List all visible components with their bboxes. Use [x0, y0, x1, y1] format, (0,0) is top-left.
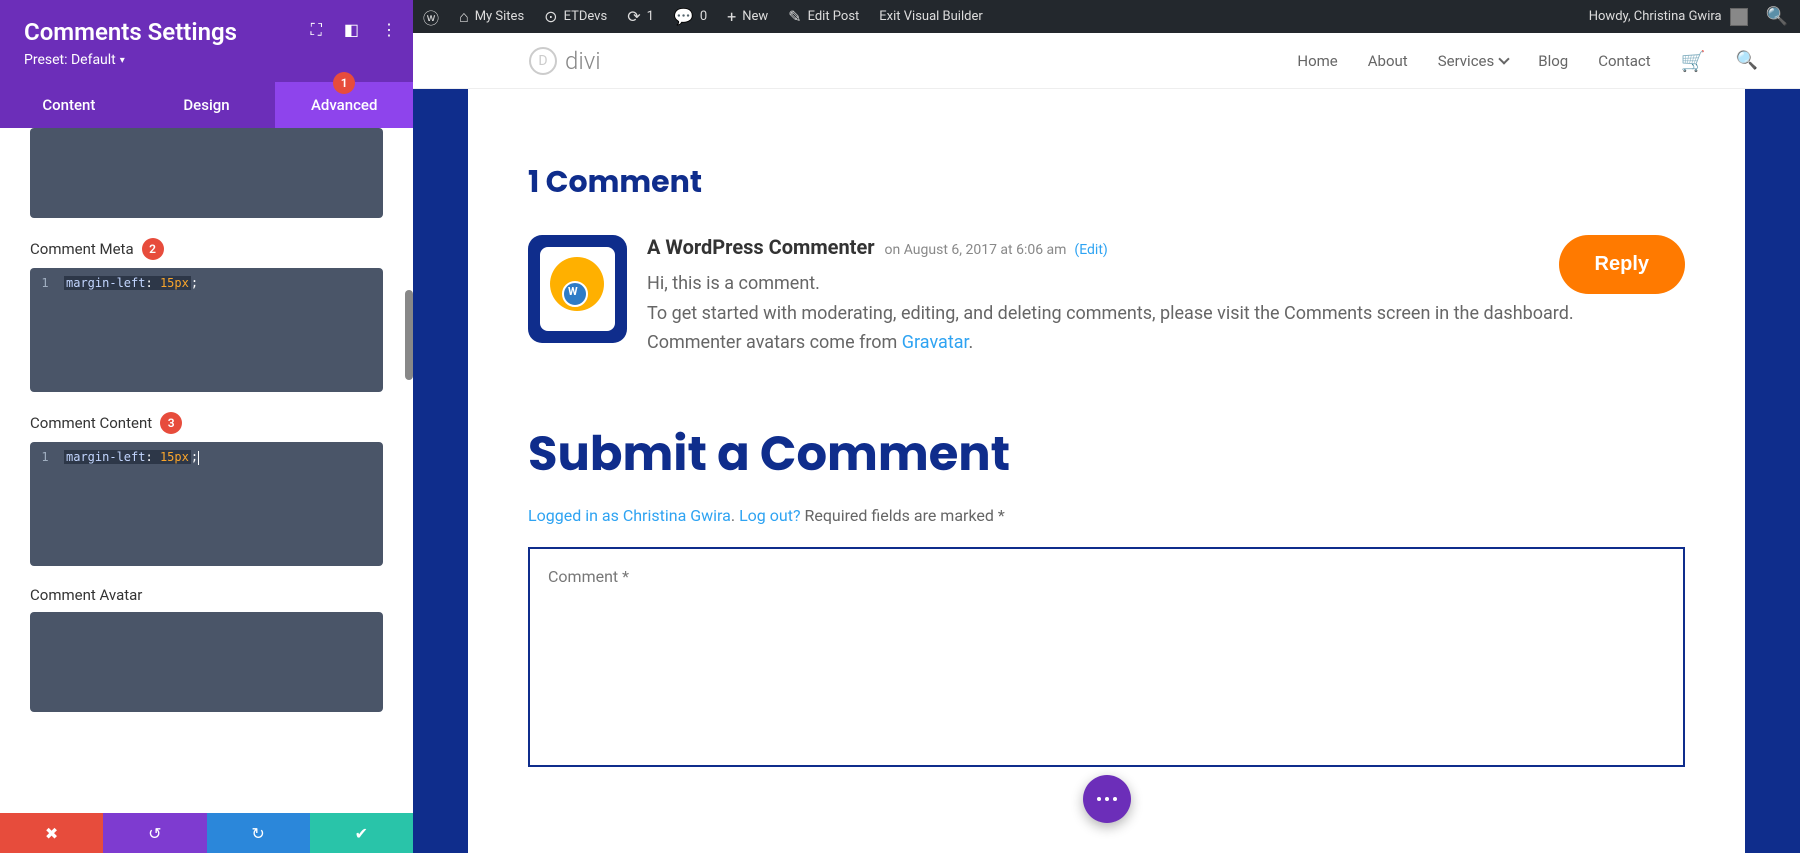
- primary-nav: Home About Services Blog Contact 🛒 🔍: [1297, 49, 1758, 73]
- cancel-button[interactable]: ✖: [0, 813, 103, 853]
- comment-item: W A WordPress Commenter on August 6, 201…: [528, 235, 1685, 358]
- tab-advanced[interactable]: Advanced 1: [275, 82, 413, 128]
- nav-blog[interactable]: Blog: [1538, 52, 1568, 70]
- comment-avatar: W: [528, 235, 627, 343]
- badge-3: 3: [160, 412, 182, 434]
- comment-author[interactable]: A WordPress Commenter: [647, 235, 875, 259]
- code-editor-content[interactable]: 1 margin-left: 15px;: [30, 442, 383, 566]
- wapuu-icon: W: [548, 255, 606, 323]
- user-avatar[interactable]: [1730, 8, 1748, 26]
- page-content: 1 Comment W A WordPress Commenter on Aug…: [468, 89, 1745, 853]
- wp-admin-bar: ⓦ ⌂My Sites ⊙ETDevs ⟳1 💬0 +New ✎Edit Pos…: [413, 0, 1800, 33]
- dot-icon: [1105, 797, 1109, 801]
- comment-textarea[interactable]: [528, 547, 1685, 767]
- settings-panel: Comments Settings Preset: Default ▾ ⛶ ◧ …: [0, 0, 413, 853]
- logout-link[interactable]: Log out?: [739, 506, 800, 525]
- comment-meta: on August 6, 2017 at 6:06 am: [885, 242, 1067, 258]
- nav-about[interactable]: About: [1368, 52, 1408, 70]
- comments-count[interactable]: 💬0: [664, 0, 717, 33]
- site-header: D divi Home About Services Blog Contact …: [413, 33, 1800, 89]
- plus-icon: +: [727, 7, 736, 26]
- adminbar-search-icon[interactable]: 🔍: [1766, 6, 1788, 27]
- responsive-icon[interactable]: ◧: [344, 20, 359, 40]
- undo-button[interactable]: ↺: [103, 813, 206, 853]
- field-comment-avatar: Comment Avatar: [30, 586, 383, 604]
- login-status: Logged in as Christina Gwira. Log out? R…: [528, 506, 1685, 525]
- dot-icon: [1097, 797, 1101, 801]
- wp-logo[interactable]: ⓦ: [413, 0, 449, 33]
- nav-contact[interactable]: Contact: [1598, 52, 1650, 70]
- site-logo[interactable]: D divi: [529, 47, 601, 75]
- my-sites[interactable]: ⌂My Sites: [449, 0, 534, 33]
- site-link[interactable]: ⊙ETDevs: [534, 0, 617, 33]
- panel-footer: ✖ ↺ ↻ ✔: [0, 813, 413, 853]
- tab-content[interactable]: Content: [0, 82, 138, 128]
- howdy-text[interactable]: Howdy, Christina Gwira: [1589, 9, 1722, 24]
- edit-post[interactable]: ✎Edit Post: [778, 0, 869, 33]
- code-editor-meta[interactable]: 1 margin-left: 15px;: [30, 268, 383, 392]
- scrollbar[interactable]: [405, 290, 413, 380]
- logged-in-link[interactable]: Logged in as Christina Gwira: [528, 506, 731, 525]
- new-menu[interactable]: +New: [717, 0, 778, 33]
- field-comment-content: Comment Content 3: [30, 412, 383, 434]
- chevron-down-icon: [1499, 53, 1510, 64]
- logo-icon: D: [529, 47, 557, 75]
- badge-2: 2: [142, 238, 164, 260]
- chevron-down-icon: ▾: [120, 55, 125, 66]
- pencil-icon: ✎: [788, 7, 801, 26]
- expand-icon[interactable]: ⛶: [311, 20, 322, 40]
- nav-services[interactable]: Services: [1438, 52, 1509, 70]
- wordpress-icon: ⓦ: [423, 5, 439, 29]
- dot-icon: [1113, 797, 1117, 801]
- reply-button[interactable]: Reply: [1559, 235, 1685, 294]
- preset-dropdown[interactable]: Preset: Default ▾: [24, 52, 389, 68]
- field-comment-meta: Comment Meta 2: [30, 238, 383, 260]
- sites-icon: ⌂: [459, 7, 469, 27]
- page-background: 1 Comment W A WordPress Commenter on Aug…: [413, 89, 1800, 853]
- refresh-icon: ⟳: [627, 7, 640, 26]
- cart-icon[interactable]: 🛒: [1681, 49, 1706, 73]
- panel-tabs: Content Design Advanced 1: [0, 82, 413, 128]
- code-editor-avatar[interactable]: [30, 612, 383, 712]
- more-icon[interactable]: ⋮: [381, 20, 397, 40]
- fab-more-button[interactable]: [1083, 775, 1131, 823]
- nav-home[interactable]: Home: [1297, 52, 1337, 70]
- updates[interactable]: ⟳1: [617, 0, 664, 33]
- tab-badge: 1: [333, 72, 355, 94]
- panel-body: Comment Meta 2 1 margin-left: 15px; Comm…: [0, 128, 413, 813]
- comment-header: A WordPress Commenter on August 6, 2017 …: [647, 235, 1685, 259]
- submit-heading: Submit a Comment: [528, 418, 1685, 490]
- comment-content: Hi, this is a comment. To get started wi…: [647, 269, 1685, 358]
- redo-button[interactable]: ↻: [207, 813, 310, 853]
- comment-edit-link[interactable]: (Edit): [1074, 242, 1107, 258]
- panel-header: Comments Settings Preset: Default ▾ ⛶ ◧ …: [0, 0, 413, 82]
- code-editor-prev[interactable]: [30, 128, 383, 218]
- search-icon[interactable]: 🔍: [1736, 50, 1758, 71]
- save-button[interactable]: ✔: [310, 813, 413, 853]
- text-cursor: [198, 451, 199, 465]
- comments-heading: 1 Comment: [528, 159, 1685, 205]
- comment-icon: 💬: [674, 7, 694, 26]
- tab-design[interactable]: Design: [138, 82, 276, 128]
- exit-visual-builder[interactable]: Exit Visual Builder: [869, 0, 992, 33]
- gravatar-link[interactable]: Gravatar: [902, 332, 969, 353]
- dashboard-icon: ⊙: [544, 7, 557, 26]
